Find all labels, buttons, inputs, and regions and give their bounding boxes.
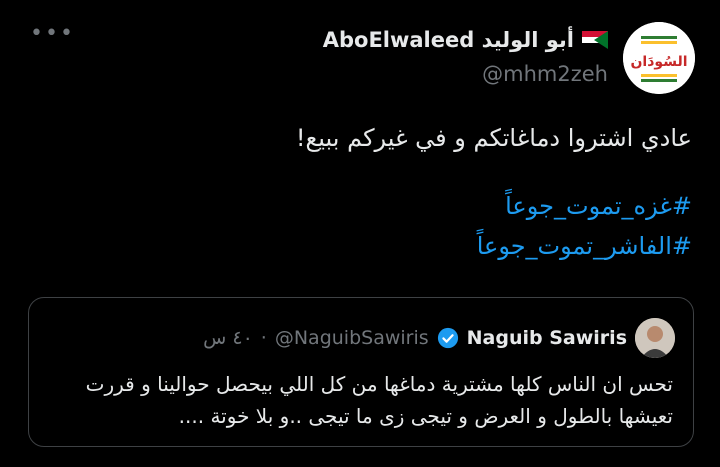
hashtag-link[interactable]: #الفاشر_تموت_جوعاً: [296, 226, 692, 266]
quoted-tweet-text: تحس ان الناس كلها مشترية دماغها من كل ال…: [85, 372, 673, 428]
person-avatar-icon: [635, 318, 675, 358]
quoted-avatar[interactable]: [635, 318, 675, 358]
quoted-tweet[interactable]: Naguib Sawiris @NaguibSawiris · ٤٠ س تحس…: [28, 297, 694, 447]
quoted-timestamp[interactable]: ٤٠ س: [203, 327, 253, 349]
tweet-text: عادي اشتروا دماغاتكم و في غيركم ببيع! #غ…: [296, 118, 692, 266]
display-name[interactable]: AboElwaleed أبو الوليد: [323, 28, 574, 52]
tweet-header: AboElwaleed أبو الوليد @mhm2zeh: [323, 28, 608, 86]
quoted-handle[interactable]: @NaguibSawiris: [275, 327, 429, 349]
quoted-tweet-header: Naguib Sawiris @NaguibSawiris · ٤٠ س: [203, 318, 675, 358]
user-handle[interactable]: @mhm2zeh: [323, 62, 608, 86]
more-options-button[interactable]: •••: [30, 23, 75, 45]
separator-dot: ·: [260, 327, 267, 349]
tweet-text-line: عادي اشتروا دماغاتكم و في غيركم ببيع!: [295, 124, 692, 152]
hashtag-link[interactable]: #غزه_تموت_جوعاً: [296, 186, 692, 226]
verified-badge-icon: [437, 327, 458, 349]
sudan-logo-avatar: السُودَان: [623, 22, 695, 94]
quoted-display-name[interactable]: Naguib Sawiris: [467, 327, 627, 349]
avatar[interactable]: السُودَان: [623, 22, 695, 94]
sudan-flag-icon: [582, 31, 608, 49]
avatar-text: السُودَان: [630, 54, 687, 70]
